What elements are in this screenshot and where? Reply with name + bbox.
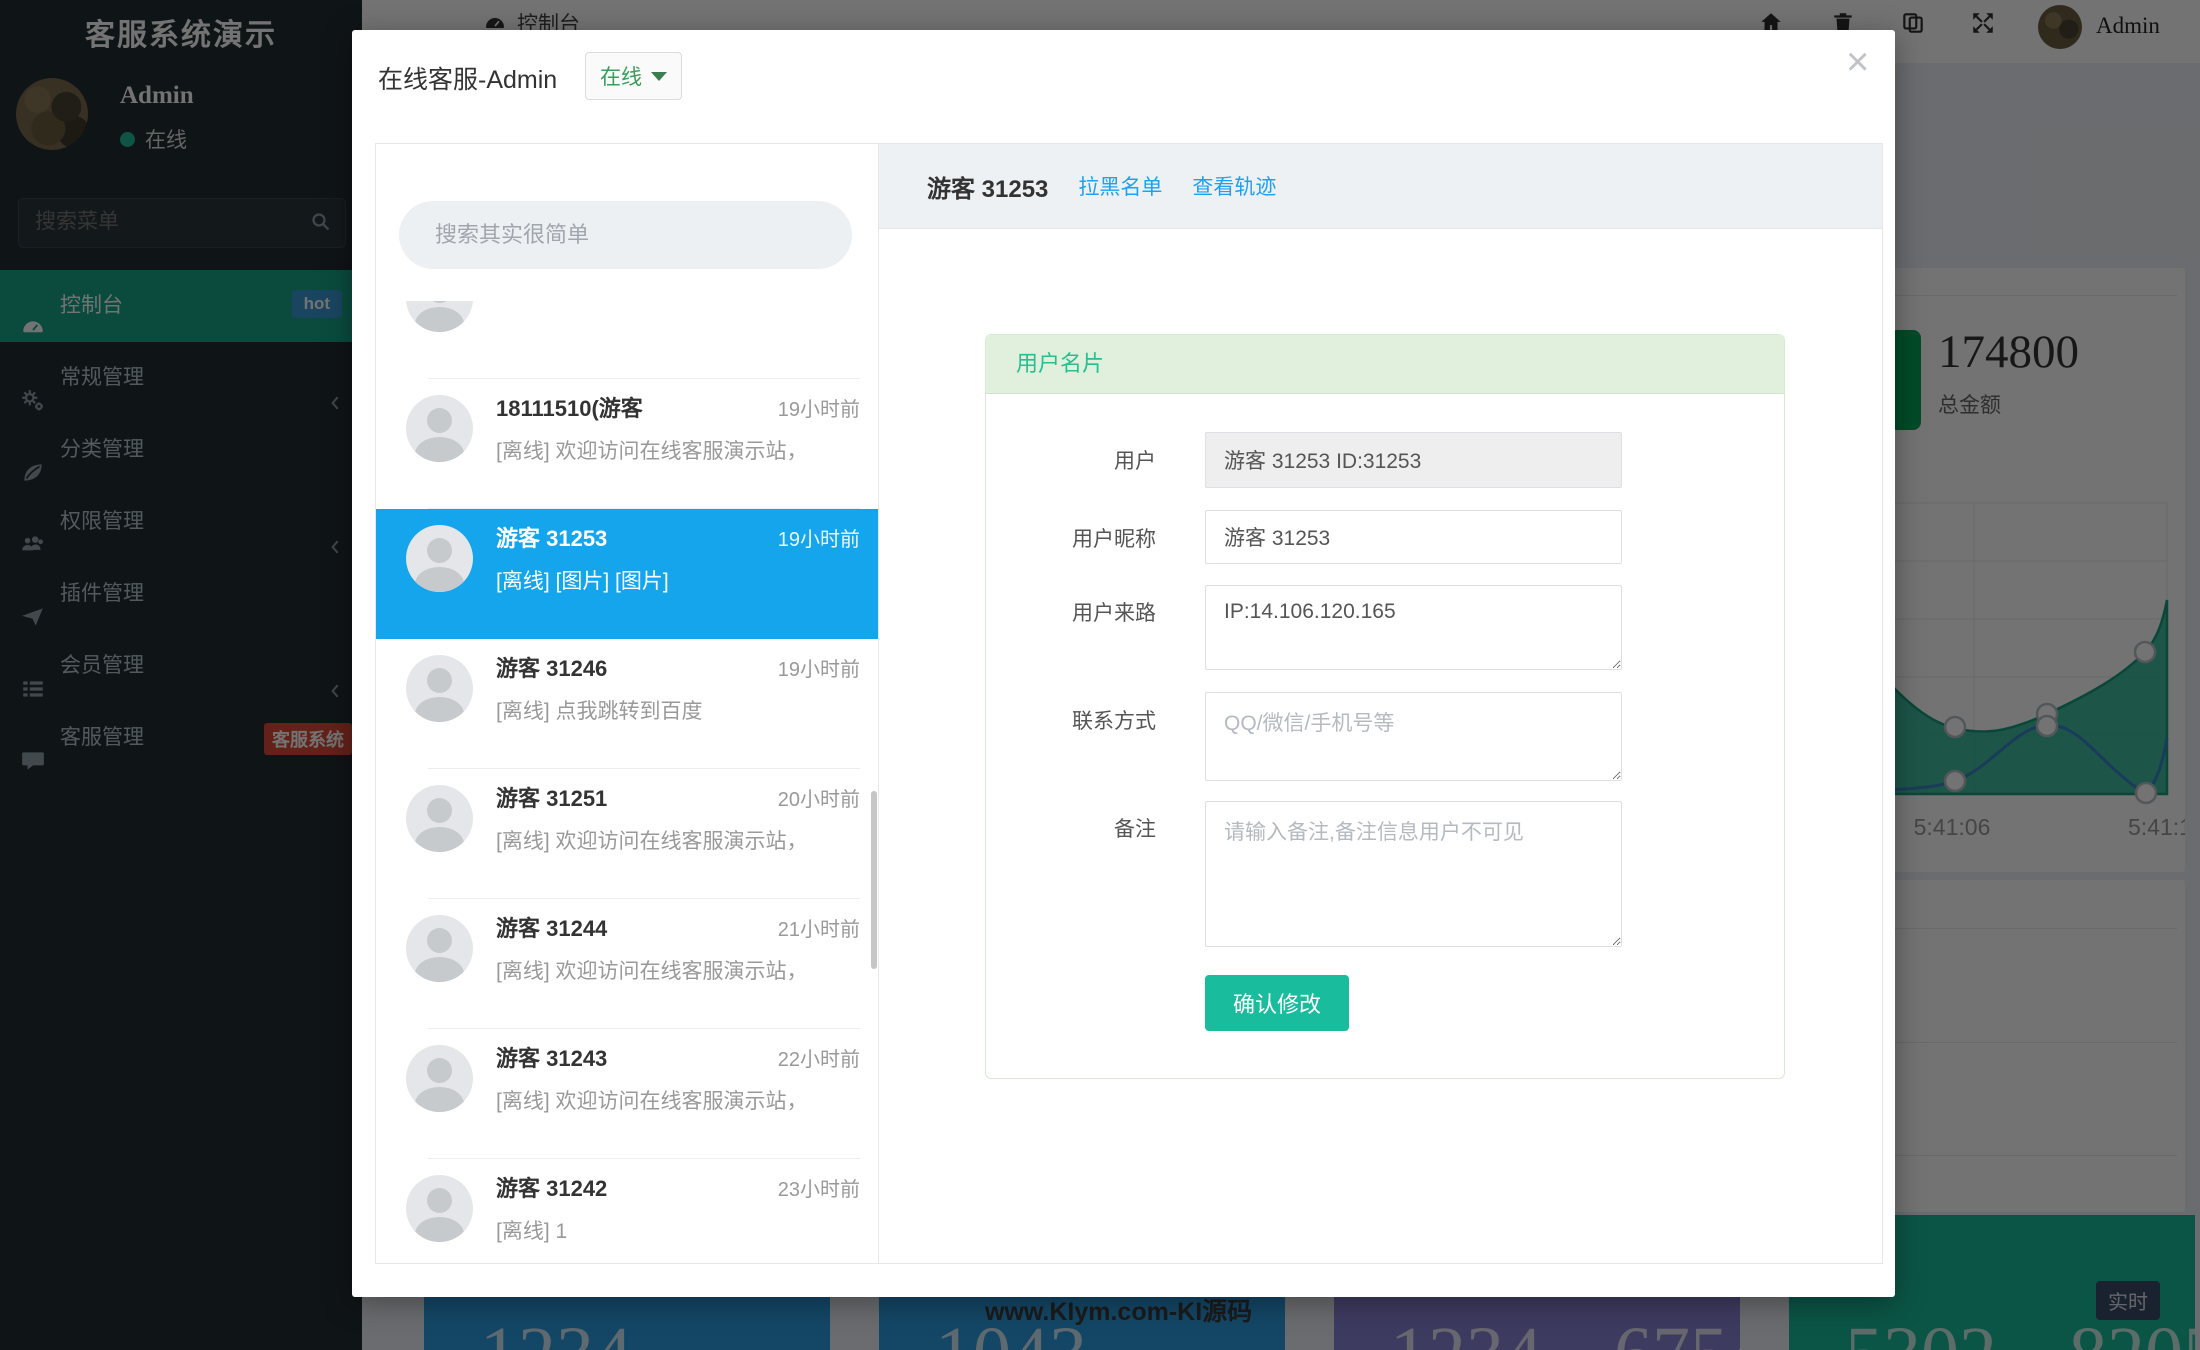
nickname-field[interactable] xyxy=(1205,510,1622,564)
close-icon[interactable]: × xyxy=(1846,42,1869,82)
chat-pane: 游客 31253 拉黑名单 查看轨迹 用户名片 用户 用户昵称 用户来路 IP:… xyxy=(879,144,1882,1263)
visitor-avatar xyxy=(406,915,473,982)
online-service-modal: 在线客服-Admin 在线 × [离线] 1 xyxy=(352,30,1895,1297)
visitor-search-input[interactable] xyxy=(399,201,852,269)
visitor-item[interactable]: 游客 31244 21小时前 [离线] 欢迎访问在线客服演示站， xyxy=(376,899,878,1029)
user-card-title: 用户名片 xyxy=(986,335,1784,394)
visitor-item[interactable]: 18111510(游客 19小时前 [离线] 欢迎访问在线客服演示站， xyxy=(376,379,878,509)
visitor-item[interactable]: 游客 31243 22小时前 [离线] 欢迎访问在线客服演示站， xyxy=(376,1029,878,1159)
user-field[interactable] xyxy=(1205,432,1622,488)
modal-title: 在线客服-Admin xyxy=(378,66,558,94)
app-root: 控制台 Admin 174800 总金额 xyxy=(0,0,2200,1350)
contact-field[interactable] xyxy=(1205,692,1622,781)
status-label: 在线 xyxy=(600,66,642,89)
visitor-avatar xyxy=(406,525,473,592)
track-link[interactable]: 查看轨迹 xyxy=(1192,171,1276,201)
source-field[interactable]: IP:14.106.120.165 xyxy=(1205,585,1622,670)
visitor-search[interactable] xyxy=(399,201,852,269)
visitor-item[interactable]: 游客 31251 20小时前 [离线] 欢迎访问在线客服演示站， xyxy=(376,769,878,899)
visitor-list: [离线] 1 18111510(游客19小时前 [离线] 欢迎访问在线客服演示站… xyxy=(376,301,878,1262)
confirm-edit-button[interactable]: 确认修改 xyxy=(1205,975,1350,1031)
visitor-list-panel: [离线] 1 18111510(游客19小时前 [离线] 欢迎访问在线客服演示站… xyxy=(376,144,879,1263)
user-card: 用户名片 用户 用户昵称 用户来路 IP:14.106.120.165 联系方式… xyxy=(985,334,1785,1079)
field-label-user: 用户 xyxy=(1114,450,1156,473)
visitor-avatar xyxy=(406,301,473,332)
caret-down-icon xyxy=(651,71,667,81)
status-dropdown[interactable]: 在线 xyxy=(585,52,682,100)
chat-header: 游客 31253 拉黑名单 查看轨迹 xyxy=(879,144,1882,229)
visitor-item-selected[interactable]: 游客 31253 19小时前 [离线] [图片] [图片] xyxy=(376,509,878,639)
list-scrollbar-thumb[interactable] xyxy=(871,791,877,969)
field-label-contact: 联系方式 xyxy=(1072,710,1156,733)
visitor-avatar xyxy=(406,655,473,722)
visitor-item[interactable]: 游客 31246 19小时前 [离线] 点我跳转到百度 xyxy=(376,639,878,769)
blacklist-link[interactable]: 拉黑名单 xyxy=(1078,171,1162,201)
visitor-item[interactable]: [离线] 1 xyxy=(376,301,878,379)
field-label-source: 用户来路 xyxy=(1072,602,1156,625)
chat-visitor-name: 游客 31253 xyxy=(927,175,1049,203)
field-label-nickname: 用户昵称 xyxy=(1072,528,1156,551)
field-label-remark: 备注 xyxy=(1114,818,1156,841)
visitor-avatar xyxy=(406,785,473,852)
remark-field[interactable] xyxy=(1205,801,1622,947)
visitor-avatar xyxy=(406,1175,473,1242)
visitor-avatar xyxy=(406,395,473,462)
visitor-item[interactable]: 游客 31242 23小时前 [离线] 1 xyxy=(376,1159,878,1262)
visitor-avatar xyxy=(406,1045,473,1112)
chat-container: [离线] 1 18111510(游客19小时前 [离线] 欢迎访问在线客服演示站… xyxy=(375,143,1883,1264)
